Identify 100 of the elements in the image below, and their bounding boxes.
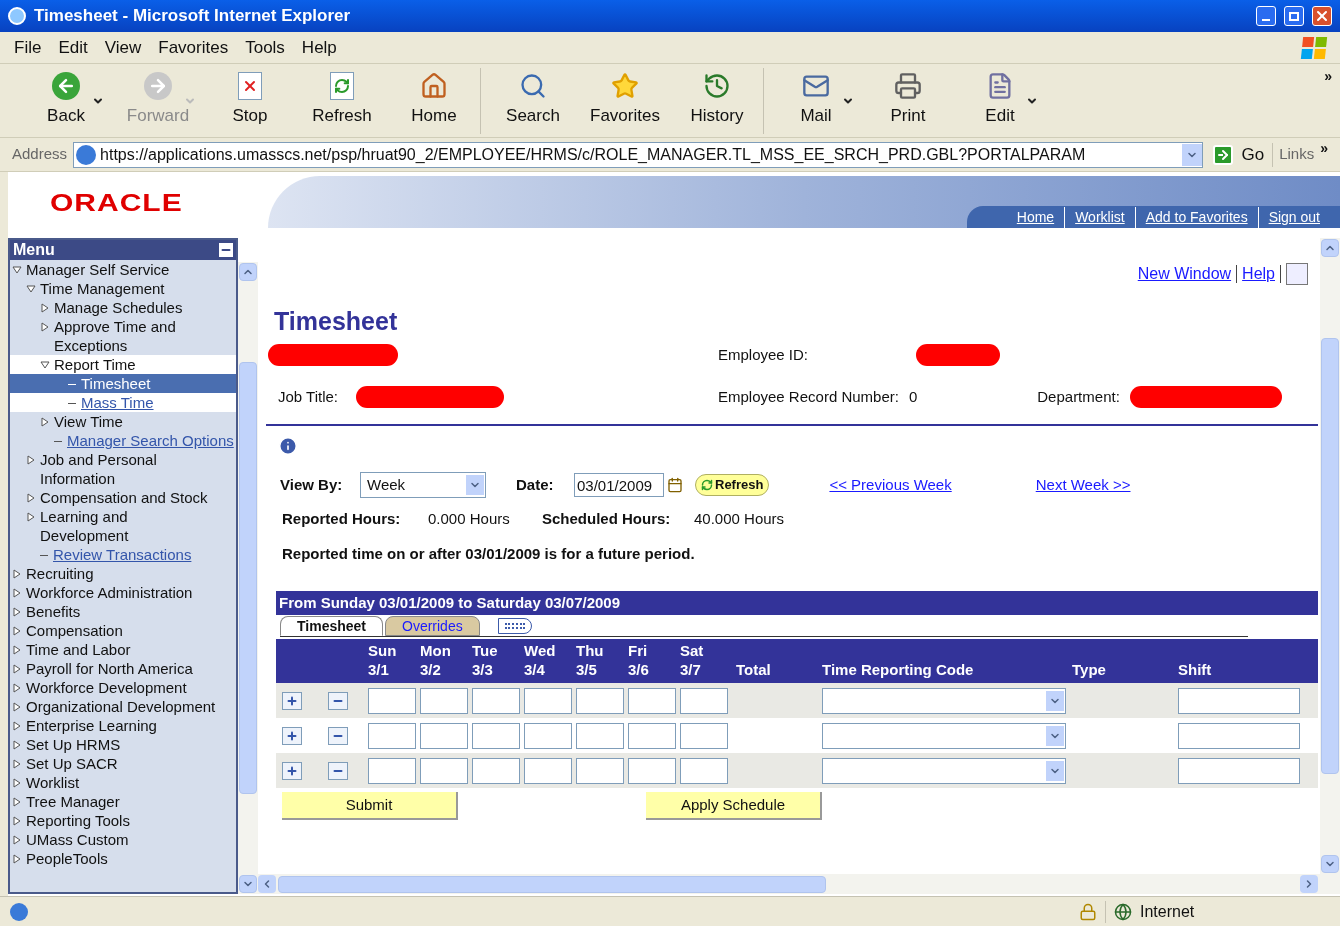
toolbar-overflow[interactable]: »: [1324, 66, 1332, 87]
header-link[interactable]: Sign out: [1257, 206, 1330, 228]
menu-folder[interactable]: Learning and Development: [10, 507, 236, 545]
menu-folder[interactable]: PeopleTools: [10, 849, 236, 868]
menu-folder[interactable]: Tree Manager: [10, 792, 236, 811]
hours-field[interactable]: [368, 757, 416, 784]
page-link[interactable]: Help: [1242, 262, 1275, 286]
hours-field[interactable]: [420, 722, 468, 749]
menu-folder[interactable]: Job and Personal Information: [10, 450, 236, 488]
menu-folder[interactable]: Worklist: [10, 773, 236, 792]
delete-row-button[interactable]: [328, 691, 348, 710]
vertical-scrollbar[interactable]: [238, 262, 258, 894]
menu-folder[interactable]: Payroll for North America: [10, 659, 236, 678]
menu-folder[interactable]: Time and Labor: [10, 640, 236, 659]
tab[interactable]: Timesheet: [280, 616, 383, 636]
scroll-up-button[interactable]: [239, 263, 257, 281]
menu-folder[interactable]: Enterprise Learning: [10, 716, 236, 735]
delete-row-button[interactable]: [328, 761, 348, 780]
menu-folder[interactable]: Recruiting: [10, 564, 236, 583]
menu-link[interactable]: Mass Time: [10, 393, 236, 412]
time-reporting-code-select[interactable]: [822, 687, 1066, 714]
toolbar-button[interactable]: Mail: [770, 69, 862, 132]
hours-field[interactable]: [628, 757, 676, 784]
toolbar-button[interactable]: Back: [20, 69, 112, 132]
add-row-button[interactable]: [282, 726, 302, 745]
menu-folder[interactable]: Compensation: [10, 621, 236, 640]
menu-folder[interactable]: Reporting Tools: [10, 811, 236, 830]
menu-folder[interactable]: Compensation and Stock: [10, 488, 236, 507]
links-label[interactable]: Links: [1279, 143, 1315, 166]
menu-item[interactable]: View: [104, 34, 142, 61]
menu-folder[interactable]: Approve Time and Exceptions: [10, 317, 236, 355]
shift-field[interactable]: [1178, 687, 1300, 714]
hours-field[interactable]: [472, 687, 520, 714]
menu-item[interactable]: Help: [301, 34, 337, 61]
menu-folder[interactable]: UMass Custom: [10, 830, 236, 849]
tab[interactable]: Overrides: [385, 616, 480, 636]
toolbar-button[interactable]: Refresh: [296, 69, 388, 132]
view-by-select[interactable]: Week: [360, 472, 486, 498]
maximize-button[interactable]: [1284, 6, 1304, 26]
menu-folder[interactable]: Report Time: [10, 355, 236, 374]
dropdown-button[interactable]: [1182, 143, 1203, 166]
links-overflow[interactable]: »: [1320, 138, 1328, 159]
hours-field[interactable]: [524, 757, 572, 784]
menu-folder[interactable]: Time Management: [10, 279, 236, 298]
hours-field[interactable]: [524, 722, 572, 749]
toolbar-button[interactable]: Edit: [954, 69, 1046, 132]
http-page-icon[interactable]: [1286, 263, 1308, 285]
date-field[interactable]: 03/01/2009: [574, 473, 664, 497]
menu-item[interactable]: Tools: [245, 34, 285, 61]
minimize-button[interactable]: [1256, 6, 1276, 26]
toolbar-button[interactable]: History: [671, 69, 763, 132]
menu-item[interactable]: File: [14, 34, 42, 61]
add-row-button[interactable]: [282, 761, 302, 780]
hours-field[interactable]: [420, 687, 468, 714]
menu-folder[interactable]: Workforce Development: [10, 678, 236, 697]
menu-folder[interactable]: Organizational Development: [10, 697, 236, 716]
toolbar-button[interactable]: Home: [388, 69, 480, 132]
hours-field[interactable]: [576, 687, 624, 714]
show-all-columns-icon[interactable]: [497, 618, 532, 634]
scroll-thumb[interactable]: [1321, 338, 1339, 774]
hours-field[interactable]: [524, 687, 572, 714]
hours-field[interactable]: [680, 757, 728, 784]
menu-folder[interactable]: Set Up HRMS: [10, 735, 236, 754]
scroll-up-button[interactable]: [1321, 239, 1339, 257]
scroll-down-button[interactable]: [1321, 855, 1339, 873]
menu-folder[interactable]: Manage Schedules: [10, 298, 236, 317]
hours-field[interactable]: [368, 722, 416, 749]
address-field[interactable]: https://applications.umasscs.net/psp/hruat90_2/EMPLOYEE/HRMS/c/ROLE_MANAGER.TL_MSS_EE_SRCH_PRD.GBL?PORTALPARAM: [73, 141, 1204, 168]
action-button[interactable]: Apply Schedule: [646, 792, 822, 820]
close-button[interactable]: [1312, 6, 1332, 26]
menu-folder[interactable]: Manager Self Service: [10, 260, 236, 279]
header-link[interactable]: Home: [1006, 206, 1065, 228]
page-link[interactable]: New Window: [1137, 262, 1232, 286]
horizontal-scrollbar[interactable]: [258, 874, 1340, 894]
toolbar-button[interactable]: Favorites: [579, 69, 671, 132]
refresh-button[interactable]: Refresh: [695, 474, 770, 496]
scroll-down-button[interactable]: [239, 875, 257, 893]
action-button[interactable]: Submit: [282, 792, 458, 820]
info-icon[interactable]: [278, 436, 298, 456]
shift-field[interactable]: [1178, 757, 1300, 784]
previous-week-link[interactable]: << Previous Week: [829, 473, 952, 497]
menu-item[interactable]: Edit: [58, 34, 88, 61]
menu-folder[interactable]: Set Up SACR: [10, 754, 236, 773]
dropdown-button[interactable]: [466, 475, 484, 495]
menu-link[interactable]: Review Transactions: [10, 545, 236, 564]
hours-field[interactable]: [628, 722, 676, 749]
menu-folder[interactable]: Workforce Administration: [10, 583, 236, 602]
scroll-left-button[interactable]: [258, 875, 276, 893]
toolbar-button[interactable]: Print: [862, 69, 954, 132]
vertical-scrollbar[interactable]: [1320, 238, 1340, 874]
menu-item[interactable]: Favorites: [158, 34, 229, 61]
hours-field[interactable]: [680, 722, 728, 749]
hours-field[interactable]: [576, 722, 624, 749]
toolbar-button[interactable]: Stop: [204, 69, 296, 132]
hours-field[interactable]: [628, 687, 676, 714]
scroll-right-button[interactable]: [1300, 875, 1318, 893]
scroll-thumb[interactable]: [239, 362, 257, 794]
hours-field[interactable]: [420, 757, 468, 784]
menu-link[interactable]: Timesheet: [10, 374, 236, 393]
collapse-button[interactable]: [219, 243, 233, 257]
